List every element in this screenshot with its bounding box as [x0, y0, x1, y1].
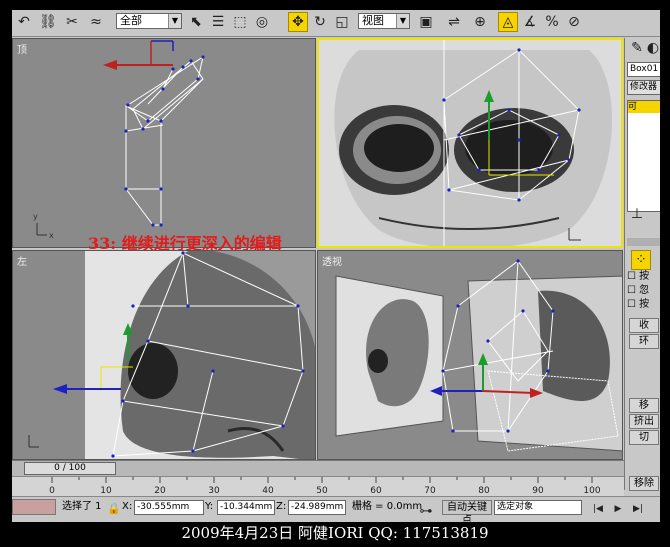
bind-icon[interactable]: ≈	[86, 12, 106, 32]
reference-coord-select[interactable]: 视图 ▼	[358, 13, 410, 29]
svg-text:x: x	[49, 231, 54, 240]
left-reference-sketch	[28, 251, 315, 459]
track-tick-label: 60	[370, 486, 382, 496]
rollout-header[interactable]	[627, 238, 660, 246]
modifier-stack[interactable]: 可	[627, 100, 660, 212]
key-filter-select[interactable]: 选定对象	[494, 500, 582, 515]
viewport-perspective-label: 透视	[322, 257, 342, 268]
track-tick-label: 20	[154, 486, 166, 496]
link-icon[interactable]: ⛓	[38, 12, 58, 32]
perspective-scene	[335, 259, 622, 452]
credit-caption: 2009年4月23日 阿健IORI QQ: 117513819	[181, 524, 489, 542]
z-coordinate-field[interactable]: -24.989mm	[288, 500, 346, 515]
scale-icon[interactable]: ◱	[332, 12, 352, 32]
3dsmax-window: ↶ ⛓ ✂ ≈ 全部 ▼ ⬉ ☰ ⬚ ◎ ✥ ↻ ◱ 视图 ▼ ▣ ⇌ ⊕ ◬ ∡ …	[12, 10, 660, 522]
next-frame-icon[interactable]: ▶|	[628, 499, 648, 519]
undo-icon[interactable]: ↶	[14, 12, 34, 32]
modify-tab-icon[interactable]: ◐	[643, 38, 660, 58]
rotate-icon[interactable]: ↻	[310, 12, 330, 32]
x-axis-arrow-icon	[103, 60, 117, 70]
spinner-snap-icon[interactable]: ⊘	[564, 12, 584, 32]
viewport-left[interactable]: 左	[12, 250, 316, 460]
percent-snap-icon[interactable]: %	[542, 12, 562, 32]
y-label: Y:	[205, 501, 214, 512]
track-bar-ticks: 0 10 20 30 40 50 60 70 80 90 100	[49, 477, 601, 496]
track-tick-label: 0	[49, 486, 55, 496]
select-icon[interactable]: ⬉	[186, 12, 206, 32]
command-panel: ✎ ◐ Box01 修改器 可 ⊥ ⁘ ☐ 按 ☐ 忽 ☐ 按 收 环 移 挤出…	[624, 38, 660, 491]
check-1[interactable]: ☐ 按	[627, 270, 649, 284]
track-tick-label: 100	[583, 486, 600, 496]
track-tick-label: 30	[208, 486, 220, 496]
object-name-field[interactable]: Box01	[627, 62, 660, 77]
selection-filter-select[interactable]: 全部 ▼	[116, 13, 182, 29]
align-icon[interactable]: ⊕	[470, 12, 490, 32]
viewport-left-label: 左	[17, 257, 27, 268]
key-icon[interactable]: ⊶	[416, 501, 436, 521]
viewport-top-label: 顶	[17, 45, 27, 56]
lock-icon[interactable]: 🔒	[104, 498, 124, 518]
mirror-icon[interactable]: ⇌	[444, 12, 464, 32]
x-label: X:	[122, 501, 133, 512]
front-reference-sketch	[319, 40, 621, 246]
vertex-subobject-icon[interactable]: ⁘	[631, 250, 651, 270]
track-tick-label: 90	[532, 486, 544, 496]
window-crossing-icon[interactable]: ◎	[252, 12, 272, 32]
svg-text:y: y	[33, 212, 38, 221]
time-slider[interactable]: 0 / 100	[24, 462, 116, 475]
top-wireframe: y x	[33, 40, 205, 240]
track-bar[interactable]: 0 10 20 30 40 50 60 70 80 90 100	[12, 476, 624, 497]
move-button[interactable]: 移	[629, 398, 659, 413]
extrude-button[interactable]: 挤出	[629, 414, 659, 429]
track-tick-label: 80	[478, 486, 490, 496]
viewport-front[interactable]	[317, 38, 623, 248]
snap-icon[interactable]: ◬	[498, 12, 518, 32]
viewport-top[interactable]: 顶 y x	[12, 38, 316, 248]
track-tick-label: 50	[316, 486, 328, 496]
stack-item[interactable]: 可	[628, 101, 660, 113]
auto-key-button[interactable]: 自动关键点	[442, 500, 492, 522]
pin-stack-icon[interactable]: ⊥	[627, 204, 647, 224]
angle-snap-icon[interactable]: ∡	[520, 12, 540, 32]
remove-button[interactable]: 移除	[629, 476, 659, 491]
unlink-icon[interactable]: ✂	[62, 12, 82, 32]
play-icon[interactable]: ▶	[608, 499, 628, 519]
track-tick-label: 70	[424, 486, 436, 496]
status-bar: 选择了 1 🔒 X: -30.555mm Y: -10.344mm Z: -24…	[12, 496, 660, 522]
track-tick-label: 40	[262, 486, 274, 496]
viewport-perspective[interactable]: 透视	[317, 250, 623, 460]
main-toolbar: ↶ ⛓ ✂ ≈ 全部 ▼ ⬉ ☰ ⬚ ◎ ✥ ↻ ◱ 视图 ▼ ▣ ⇌ ⊕ ◬ ∡ …	[12, 10, 660, 37]
grid-size-label: 栅格 = 0.0mm	[352, 501, 423, 512]
modifier-list-select[interactable]: 修改器	[627, 80, 660, 95]
ring-button[interactable]: 环	[629, 334, 659, 349]
selection-count: 选择了 1	[62, 501, 102, 512]
select-by-name-icon[interactable]: ☰	[208, 12, 228, 32]
x-coordinate-field[interactable]: -30.555mm	[134, 500, 204, 515]
pivot-icon[interactable]: ▣	[416, 12, 436, 32]
maxscript-listener[interactable]	[12, 499, 56, 515]
z-axis-arrow-icon	[53, 384, 67, 394]
shrink-button[interactable]: 收	[629, 318, 659, 333]
check-2[interactable]: ☐ 忽	[627, 284, 649, 298]
prev-frame-icon[interactable]: |◀	[588, 499, 608, 519]
track-tick-label: 10	[100, 486, 112, 496]
move-icon[interactable]: ✥	[288, 12, 308, 32]
z-label: Z:	[276, 501, 287, 512]
region-select-icon[interactable]: ⬚	[230, 12, 250, 32]
check-3[interactable]: ☐ 按	[627, 298, 649, 312]
time-slider-track[interactable]: 0 / 100	[12, 460, 624, 476]
cut-button[interactable]: 切	[629, 430, 659, 445]
y-coordinate-field[interactable]: -10.344mm	[217, 500, 275, 515]
